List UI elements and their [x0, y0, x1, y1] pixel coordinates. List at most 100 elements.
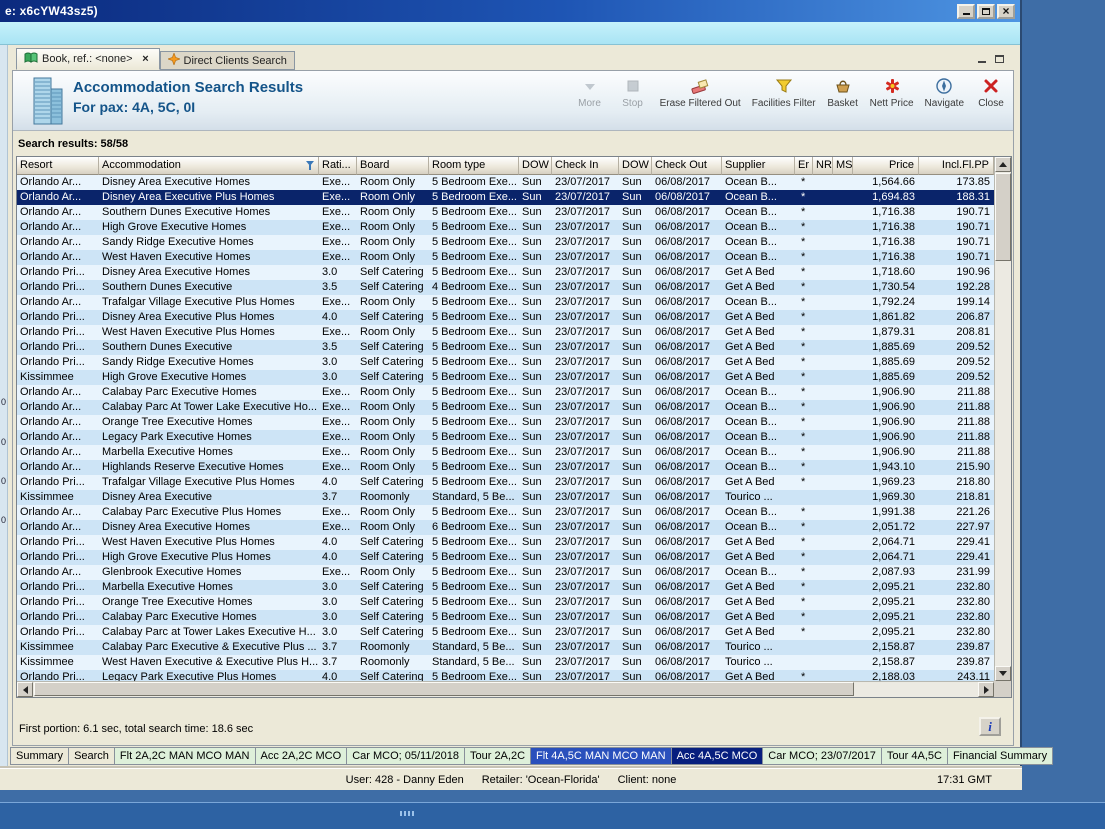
facilities-filter-button[interactable]: Facilities Filter: [752, 76, 816, 109]
cell: *: [801, 476, 806, 488]
column-header[interactable]: Check Out: [652, 157, 722, 175]
tab-direct-clients-search[interactable]: Direct Clients Search: [159, 51, 295, 70]
basket-button[interactable]: Basket: [827, 76, 859, 109]
table-row[interactable]: Orlando Ar... Disney Area Executive Homes…: [17, 175, 994, 190]
column-header[interactable]: Incl.Fl.PP: [919, 157, 994, 175]
mdi-restore-icon[interactable]: [995, 55, 1004, 63]
table-row[interactable]: Kissimmee West Haven Executive & Executiv…: [17, 655, 994, 670]
table-row[interactable]: Orlando Pri... Marbella Executive Homes 3.…: [17, 580, 994, 595]
cell: Sun: [522, 506, 542, 518]
table-row[interactable]: Orlando Pri... Calabay Parc Executive Hom…: [17, 610, 994, 625]
table-row[interactable]: Kissimmee Disney Area Executive 3.7 Roomonl…: [17, 490, 994, 505]
table-row[interactable]: Orlando Ar... Glenbrook Executive Homes Ex…: [17, 565, 994, 580]
scroll-left-button[interactable]: [17, 682, 33, 697]
tab-book[interactable]: Book, ref.: <none>: [16, 48, 160, 70]
bottom-tab[interactable]: Flt 2A,2C MAN MCO MAN: [114, 748, 256, 764]
table-row[interactable]: Orlando Pri... West Haven Executive Plus …: [17, 325, 994, 340]
bottom-tab[interactable]: Acc 2A,2C MCO: [255, 748, 348, 764]
table-row[interactable]: Orlando Ar... Disney Area Executive Plus …: [17, 190, 994, 205]
column-header[interactable]: NR: [813, 157, 833, 175]
table-row[interactable]: Orlando Pri... Calabay Parc at Tower Lake…: [17, 625, 994, 640]
table-row[interactable]: Kissimmee High Grove Executive Homes 3.0 Se…: [17, 370, 994, 385]
tab-close-icon[interactable]: [140, 53, 152, 65]
cell: 23/07/2017: [555, 491, 611, 503]
table-row[interactable]: Orlando Ar... Calabay Parc Executive Plus…: [17, 505, 994, 520]
column-header[interactable]: Resort: [17, 157, 99, 175]
nett-price-button[interactable]: Nett Price: [870, 76, 914, 109]
table-row[interactable]: Orlando Ar... Sandy Ridge Executive Homes…: [17, 235, 994, 250]
cell: Disney Area Executive: [102, 491, 213, 503]
table-row[interactable]: Orlando Pri... Southern Dunes Executive 3.…: [17, 340, 994, 355]
column-header[interactable]: MS: [833, 157, 853, 175]
cell: Southern Dunes Executive Homes: [102, 206, 271, 218]
cell: [833, 220, 853, 235]
table-row[interactable]: Orlando Ar... Marbella Executive Homes Exe…: [17, 445, 994, 460]
table-row[interactable]: Orlando Ar... Highlands Reserve Executive…: [17, 460, 994, 475]
table-row[interactable]: Orlando Ar... High Grove Executive Homes E…: [17, 220, 994, 235]
bottom-tab[interactable]: Acc 4A,5C MCO: [671, 748, 764, 764]
table-row[interactable]: Orlando Pri... Legacy Park Executive Plus…: [17, 670, 994, 681]
table-row[interactable]: Orlando Ar... West Haven Executive Homes E…: [17, 250, 994, 265]
scroll-up-button[interactable]: [995, 157, 1011, 172]
table-row[interactable]: Orlando Ar... Calabay Parc At Tower Lake …: [17, 400, 994, 415]
column-header[interactable]: Rati...: [319, 157, 357, 175]
column-header[interactable]: Er: [795, 157, 813, 175]
titlebar[interactable]: e: x6cYW43sz5): [0, 0, 1020, 22]
table-row[interactable]: Orlando Ar... Calabay Parc Executive Home…: [17, 385, 994, 400]
more-button[interactable]: More: [574, 76, 606, 109]
cell: 06/08/2017: [655, 281, 711, 293]
table-row[interactable]: Orlando Ar... Legacy Park Executive Homes…: [17, 430, 994, 445]
bottom-tab[interactable]: Tour 2A,2C: [464, 748, 532, 764]
cell: 243.11: [957, 671, 990, 681]
cell: 1,991.38: [872, 506, 915, 518]
mdi-minimize-icon[interactable]: [978, 61, 986, 63]
bottom-tab[interactable]: Summary: [11, 748, 70, 764]
bottom-tab[interactable]: Financial Summary: [947, 748, 1053, 764]
cell: [833, 430, 853, 445]
column-header[interactable]: Check In: [552, 157, 619, 175]
vertical-scroll-thumb[interactable]: [995, 173, 1011, 261]
horizontal-scrollbar[interactable]: [17, 681, 994, 697]
close-button[interactable]: [997, 3, 1015, 19]
drag-grip[interactable]: [400, 811, 416, 816]
table-row[interactable]: Orlando Ar... Disney Area Executive Homes…: [17, 520, 994, 535]
horizontal-scroll-thumb[interactable]: [34, 682, 854, 696]
table-row[interactable]: Orlando Ar... Trafalgar Village Executive…: [17, 295, 994, 310]
table-row[interactable]: Orlando Pri... Trafalgar Village Executiv…: [17, 475, 994, 490]
column-header[interactable]: Price: [853, 157, 919, 175]
navigate-button[interactable]: Navigate: [925, 76, 964, 109]
bottom-tab[interactable]: Car MCO; 23/07/2017: [763, 748, 882, 764]
vertical-scrollbar[interactable]: [994, 157, 1011, 681]
table-row[interactable]: Orlando Ar... Orange Tree Executive Homes…: [17, 415, 994, 430]
table-row[interactable]: Orlando Pri... Sandy Ridge Executive Home…: [17, 355, 994, 370]
bottom-tab[interactable]: Car MCO; 05/11/2018: [347, 748, 465, 764]
table-row[interactable]: Orlando Pri... Southern Dunes Executive 3.…: [17, 280, 994, 295]
bottom-tab[interactable]: Search: [69, 748, 115, 764]
cell: 1,906.90: [872, 386, 915, 398]
table-row[interactable]: Orlando Pri... Orange Tree Executive Home…: [17, 595, 994, 610]
column-header[interactable]: Supplier: [722, 157, 795, 175]
column-header[interactable]: DOW: [619, 157, 652, 175]
info-button[interactable]: i: [979, 717, 1001, 736]
stop-button[interactable]: Stop: [617, 76, 649, 109]
scroll-right-button[interactable]: [978, 682, 994, 697]
cell: 232.80: [956, 626, 990, 638]
column-header[interactable]: Room type: [429, 157, 519, 175]
scroll-down-button[interactable]: [995, 666, 1011, 681]
table-row[interactable]: Orlando Ar... Southern Dunes Executive Ho…: [17, 205, 994, 220]
bottom-tab[interactable]: Tour 4A,5C: [881, 748, 948, 764]
column-header[interactable]: Accommodation: [99, 157, 319, 175]
maximize-button[interactable]: [977, 3, 995, 19]
column-header[interactable]: Board: [357, 157, 429, 175]
minimize-button[interactable]: [957, 3, 975, 19]
table-row[interactable]: Orlando Pri... High Grove Executive Plus …: [17, 550, 994, 565]
erase-filtered-out-button[interactable]: Erase Filtered Out: [660, 76, 741, 109]
table-row[interactable]: Orlando Pri... West Haven Executive Plus …: [17, 535, 994, 550]
table-row[interactable]: Orlando Pri... Disney Area Executive Plus…: [17, 310, 994, 325]
table-row[interactable]: Kissimmee Calabay Parc Executive & Execut…: [17, 640, 994, 655]
bottom-tab[interactable]: Flt 4A,5C MAN MCO MAN: [531, 748, 672, 764]
table-row[interactable]: Orlando Pri... Disney Area Executive Home…: [17, 265, 994, 280]
cell: Sun: [522, 281, 542, 293]
close-results-button[interactable]: Close: [975, 76, 1007, 109]
column-header[interactable]: DOW: [519, 157, 552, 175]
